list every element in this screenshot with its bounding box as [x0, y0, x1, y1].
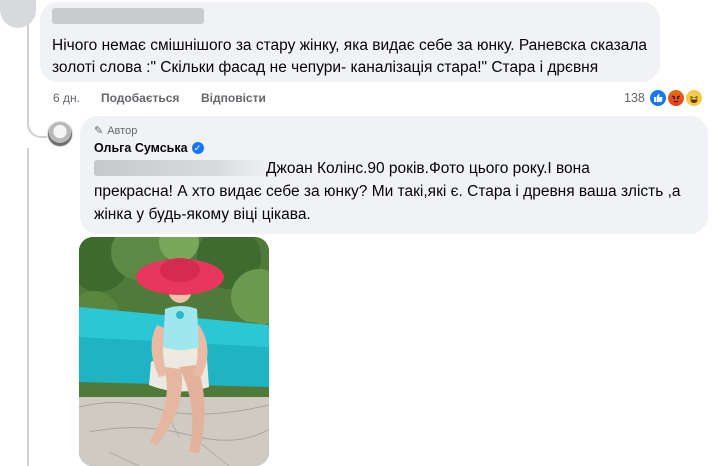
commenter-avatar[interactable]: [0, 0, 36, 28]
thread-line-lower: [27, 148, 29, 466]
comment-bubble: Нічого немає смішнішого за стару жінку, …: [40, 2, 660, 82]
attached-photo[interactable]: [79, 237, 269, 466]
author-badge-label: Автор: [107, 124, 138, 137]
angry-icon[interactable]: [666, 88, 686, 108]
like-button[interactable]: Подобається: [101, 91, 179, 105]
author-name-row[interactable]: Ольга Сумська ✓: [94, 141, 204, 155]
comment-text: Нічого немає смішнішого за стару жінку, …: [52, 37, 648, 76]
author-name[interactable]: Ольга Сумська: [94, 141, 188, 155]
reply-text-line1: Джоан Колінс.90 років.Фото цього року.І …: [266, 160, 590, 177]
pencil-icon: ✎: [94, 125, 104, 137]
author-badge: ✎ Автор: [94, 124, 138, 138]
haha-icon[interactable]: [684, 88, 704, 108]
redacted-commenter-name: [52, 8, 204, 24]
reply-bubble: ✎ Автор Ольга Сумська ✓ Джоан Колінс.90 …: [80, 116, 708, 234]
reply-button[interactable]: Відповісти: [201, 91, 266, 105]
comment-timestamp[interactable]: 6 дн.: [53, 91, 80, 105]
reply-text: прекрасна! А хто видає себе за юнку? Ми …: [94, 183, 681, 223]
redacted-mention: [94, 160, 272, 176]
reaction-count[interactable]: 138: [624, 91, 645, 105]
author-avatar[interactable]: [47, 121, 73, 147]
verified-badge-icon: ✓: [191, 142, 204, 154]
thread-connector: [27, 100, 47, 138]
like-icon[interactable]: [648, 88, 668, 108]
